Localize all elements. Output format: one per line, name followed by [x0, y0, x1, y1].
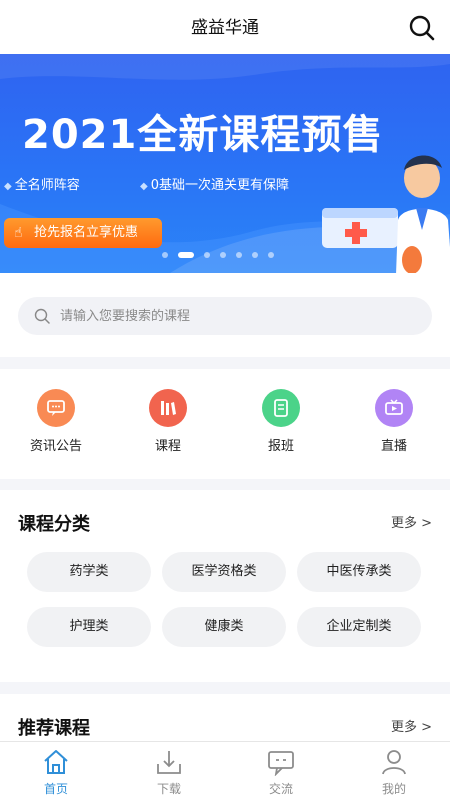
top-bar: 盛益华通 [0, 0, 450, 54]
more-link[interactable]: 更多 > [391, 716, 432, 735]
tab-label: 交流 [268, 782, 293, 796]
quick-nav-live[interactable]: 直播 [344, 389, 444, 454]
section-title: 课程分类 [18, 514, 90, 535]
search-icon [34, 308, 50, 324]
promo-banner[interactable]: 2021全新课程预售 全名师阵容 0基础一次通关更有保障 ☝ 抢先报名立享优惠 [0, 54, 450, 273]
quick-nav-news[interactable]: 资讯公告 [6, 389, 106, 454]
quick-nav-label: 报班 [267, 439, 294, 454]
category-chip[interactable]: 中医传承类 [297, 552, 421, 592]
more-link[interactable]: 更多 > [391, 512, 432, 531]
carousel-dot-active[interactable] [178, 252, 194, 258]
tab-download[interactable]: 下载 [139, 748, 199, 797]
tab-label: 下载 [156, 782, 181, 796]
quick-nav-label: 直播 [380, 439, 407, 454]
user-icon [382, 750, 406, 775]
page-title: 盛益华通 [191, 18, 259, 38]
quick-nav-enroll[interactable]: 报班 [231, 389, 331, 454]
book-icon [262, 389, 300, 427]
carousel-dot[interactable] [268, 252, 274, 258]
category-chip[interactable]: 健康类 [162, 607, 286, 647]
search-icon[interactable] [408, 14, 436, 42]
carousel-dot[interactable] [220, 252, 226, 258]
quick-nav: 资讯公告 课程 报班 直播 [0, 369, 450, 479]
quick-nav-courses[interactable]: 课程 [118, 389, 218, 454]
category-chip[interactable]: 药学类 [27, 552, 151, 592]
search-input[interactable] [60, 297, 410, 335]
books-icon [149, 389, 187, 427]
chat-icon [268, 751, 294, 776]
carousel-dot[interactable] [204, 252, 210, 258]
category-chip[interactable]: 企业定制类 [297, 607, 421, 647]
banner-cta-label: 抢先报名立享优惠 [34, 225, 139, 240]
download-icon [157, 751, 181, 774]
tab-label: 首页 [43, 782, 68, 796]
course-category-section: 课程分类 更多 > 药学类 医学资格类 中医传承类 护理类 健康类 企业定制类 [0, 490, 450, 682]
category-chip[interactable]: 护理类 [27, 607, 151, 647]
banner-feature-1: 全名师阵容 [4, 174, 80, 193]
carousel-dot[interactable] [236, 252, 242, 258]
message-icon [37, 389, 75, 427]
section-title: 推荐课程 [18, 718, 90, 739]
carousel-dots [162, 252, 274, 258]
tv-icon [375, 389, 413, 427]
banner-cta-button[interactable]: ☝ 抢先报名立享优惠 [4, 218, 162, 248]
search-bar[interactable] [18, 297, 432, 335]
quick-nav-label: 课程 [154, 439, 181, 454]
tab-profile[interactable]: 我的 [364, 748, 424, 797]
carousel-dot[interactable] [252, 252, 258, 258]
carousel-dot[interactable] [162, 252, 168, 258]
bottom-tab-bar: 首页 下载 交流 我的 [0, 741, 450, 800]
search-section [0, 273, 450, 357]
tab-home[interactable]: 首页 [26, 748, 86, 797]
tab-label: 我的 [381, 782, 406, 796]
home-icon [44, 750, 68, 774]
hand-icon: ☝ [14, 225, 23, 241]
quick-nav-label: 资讯公告 [29, 439, 82, 454]
doctor-illustration [322, 155, 450, 273]
tab-chat[interactable]: 交流 [251, 748, 311, 797]
category-chip[interactable]: 医学资格类 [162, 552, 286, 592]
banner-feature-2: 0基础一次通关更有保障 [140, 174, 289, 193]
